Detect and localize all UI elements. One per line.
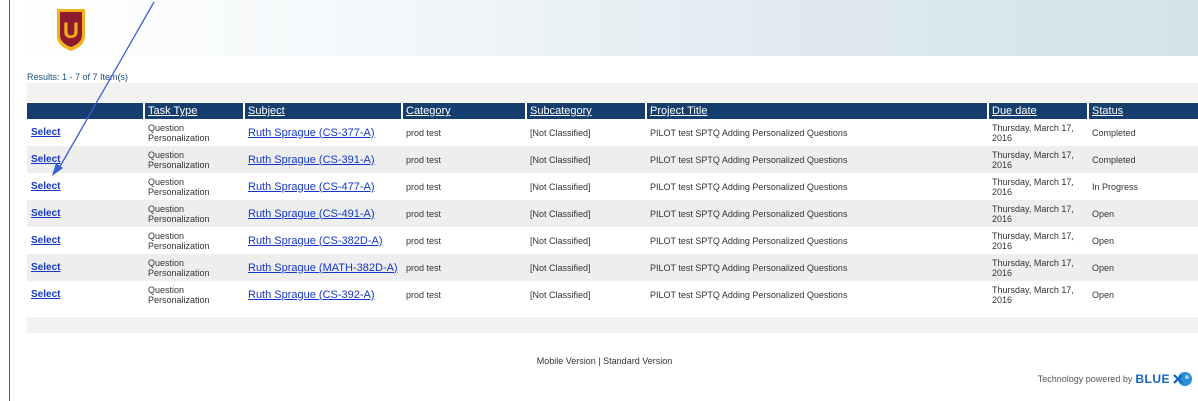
subcategory-cell: [Not Classified]: [526, 146, 646, 173]
column-header-subject[interactable]: Subject: [243, 103, 402, 119]
task-type-cell: Question Personalization: [148, 284, 210, 305]
select-link[interactable]: Select: [31, 154, 60, 165]
category-cell: prod test: [406, 235, 442, 246]
status-cell: Open: [1088, 200, 1198, 227]
table-row: Select Question Personalization Ruth Spr…: [27, 227, 1198, 254]
status-cell: In Progress: [1092, 181, 1139, 192]
logo-letter: U: [63, 18, 79, 43]
subject-link[interactable]: Ruth Sprague (CS-377-A): [248, 127, 375, 139]
table-row: Select Question Personalization Ruth Spr…: [27, 200, 1198, 227]
task-type-cell: Question Personalization: [148, 176, 210, 197]
due-date-cell: Thursday, March 17, 2016: [992, 176, 1074, 197]
category-cell: prod test: [406, 289, 442, 300]
project-title-cell: PILOT test SPTQ Adding Personalized Ques…: [646, 200, 988, 227]
project-title-cell: PILOT test SPTQ Adding Personalized Ques…: [650, 127, 848, 138]
category-cell: prod test: [402, 200, 526, 227]
subject-link[interactable]: Ruth Sprague (MATH-382D-A): [248, 262, 398, 274]
select-link[interactable]: Select: [31, 181, 60, 192]
column-header-category[interactable]: Category: [401, 103, 526, 119]
column-header-subcategory[interactable]: Subcategory: [525, 103, 646, 119]
column-header-task-type[interactable]: Task Type: [143, 103, 244, 119]
select-link[interactable]: Select: [31, 127, 60, 138]
university-logo: U: [57, 9, 85, 51]
status-cell: Completed: [1088, 146, 1198, 173]
subcategory-cell: [Not Classified]: [530, 127, 591, 138]
due-date-cell: Thursday, March 17, 2016: [992, 230, 1074, 251]
table-row: Select Question Personalization Ruth Spr…: [27, 281, 1198, 308]
table-row: Select Question Personalization Ruth Spr…: [27, 254, 1198, 281]
subcategory-cell: [Not Classified]: [530, 235, 591, 246]
page-frame: U Results: 1 - 7 of 7 Item(s) Task Type …: [9, 0, 1198, 401]
powered-by: Technology powered by BLUE: [1038, 371, 1193, 387]
standard-version-link[interactable]: Standard Version: [603, 356, 672, 366]
due-date-cell: Thursday, March 17, 2016: [988, 146, 1088, 173]
task-type-cell: Question Personalization: [144, 254, 244, 281]
subject-link[interactable]: Ruth Sprague (CS-382D-A): [248, 235, 383, 247]
table-row: Select Question Personalization Ruth Spr…: [27, 119, 1198, 146]
task-table: Task Type Subject Category Subcategory P…: [27, 103, 1198, 308]
column-header-status[interactable]: Status: [1087, 103, 1198, 119]
project-title-cell: PILOT test SPTQ Adding Personalized Ques…: [646, 254, 988, 281]
due-date-cell: Thursday, March 17, 2016: [992, 122, 1074, 143]
select-link[interactable]: Select: [31, 208, 60, 219]
project-title-cell: PILOT test SPTQ Adding Personalized Ques…: [650, 235, 848, 246]
status-cell: Open: [1092, 235, 1115, 246]
column-header-project-title[interactable]: Project Title: [645, 103, 988, 119]
mobile-version-link[interactable]: Mobile Version: [537, 356, 596, 366]
subcategory-cell: [Not Classified]: [526, 254, 646, 281]
subcategory-cell: [Not Classified]: [530, 289, 591, 300]
subject-link[interactable]: Ruth Sprague (CS-391-A): [248, 154, 375, 166]
results-count: Results: 1 - 7 of 7 Item(s): [27, 72, 129, 82]
task-type-cell: Question Personalization: [148, 230, 210, 251]
due-date-cell: Thursday, March 17, 2016: [992, 284, 1074, 305]
site-header: U: [10, 0, 1198, 56]
column-header-select: [27, 103, 144, 119]
table-footer-bar: [27, 317, 1198, 333]
status-cell: Open: [1088, 254, 1198, 281]
project-title-cell: PILOT test SPTQ Adding Personalized Ques…: [650, 289, 848, 300]
due-date-cell: Thursday, March 17, 2016: [988, 254, 1088, 281]
footer-links: Mobile Version | Standard Version: [10, 356, 1198, 366]
category-cell: prod test: [402, 146, 526, 173]
blue-logo-icon: [1173, 372, 1192, 386]
select-link[interactable]: Select: [31, 235, 60, 246]
task-type-cell: Question Personalization: [144, 146, 244, 173]
subject-link[interactable]: Ruth Sprague (CS-392-A): [248, 289, 375, 301]
category-cell: prod test: [402, 254, 526, 281]
subject-link[interactable]: Ruth Sprague (CS-491-A): [248, 208, 375, 220]
category-cell: prod test: [406, 181, 442, 192]
task-type-cell: Question Personalization: [148, 122, 210, 143]
results-bar: [27, 83, 1198, 102]
task-type-cell: Question Personalization: [144, 200, 244, 227]
blue-brand: BLUE: [1135, 372, 1170, 386]
subject-link[interactable]: Ruth Sprague (CS-477-A): [248, 181, 375, 193]
select-link[interactable]: Select: [31, 262, 60, 273]
subcategory-cell: [Not Classified]: [526, 200, 646, 227]
powered-by-text: Technology powered by: [1037, 374, 1133, 384]
subcategory-cell: [Not Classified]: [530, 181, 591, 192]
table-header-row: Task Type Subject Category Subcategory P…: [27, 103, 1198, 119]
due-date-cell: Thursday, March 17, 2016: [988, 200, 1088, 227]
project-title-cell: PILOT test SPTQ Adding Personalized Ques…: [646, 146, 988, 173]
status-cell: Open: [1092, 289, 1115, 300]
column-header-due-date[interactable]: Due date: [987, 103, 1088, 119]
table-row: Select Question Personalization Ruth Spr…: [27, 146, 1198, 173]
status-cell: Completed: [1092, 127, 1136, 138]
project-title-cell: PILOT test SPTQ Adding Personalized Ques…: [650, 181, 848, 192]
category-cell: prod test: [406, 127, 442, 138]
table-row: Select Question Personalization Ruth Spr…: [27, 173, 1198, 200]
select-link[interactable]: Select: [31, 289, 60, 300]
